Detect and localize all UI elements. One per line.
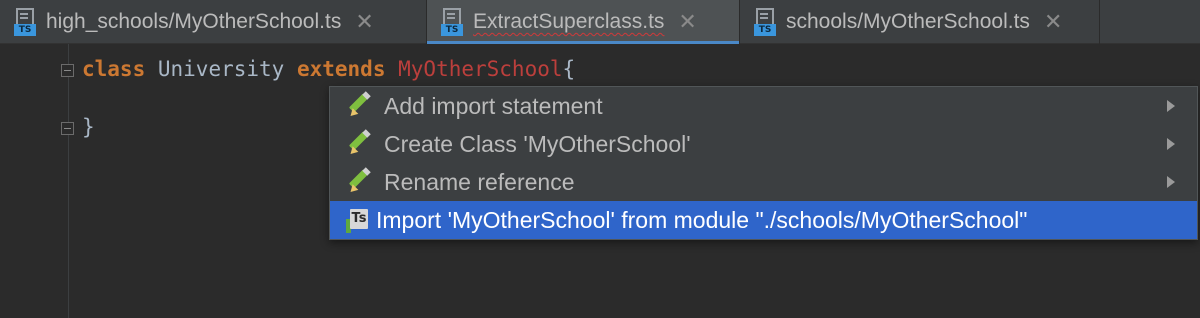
typescript-import-icon: Ts <box>344 207 370 233</box>
pencil-icon <box>346 91 372 119</box>
close-icon[interactable]: ✕ <box>1044 11 1062 33</box>
submenu-arrow-icon <box>1167 138 1175 150</box>
menu-item-label: Rename reference <box>384 168 575 195</box>
tab-high-schools-myotherschool[interactable]: TS high_schools/MyOtherSchool.ts ✕ <box>0 0 427 44</box>
menu-item-label: Import 'MyOtherSchool' from module "./sc… <box>376 206 1028 233</box>
fold-end-icon[interactable] <box>61 122 74 135</box>
fold-collapse-icon[interactable] <box>61 64 74 77</box>
submenu-arrow-icon <box>1167 100 1175 112</box>
keyword-extends: extends <box>296 57 386 81</box>
pencil-icon <box>346 129 372 157</box>
gutter-divider <box>68 44 69 318</box>
keyword-class: class <box>82 57 146 81</box>
tab-label: high_schools/MyOtherSchool.ts <box>46 10 342 33</box>
close-icon[interactable]: ✕ <box>678 11 696 33</box>
ide-window: TS high_schools/MyOtherSchool.ts ✕ TS Ex… <box>0 0 1200 318</box>
menu-item-add-import-statement[interactable]: Add import statement <box>330 87 1197 125</box>
editor-tab-bar: TS high_schools/MyOtherSchool.ts ✕ TS Ex… <box>0 0 1200 45</box>
intention-actions-popup: Add import statement Create Class 'MyOth… <box>329 86 1198 240</box>
menu-item-create-class[interactable]: Create Class 'MyOtherSchool' <box>330 125 1197 163</box>
pencil-icon <box>346 167 372 195</box>
code-line-1[interactable]: class University extends MyOtherSchool{ <box>82 57 575 81</box>
menu-item-rename-reference[interactable]: Rename reference <box>330 163 1197 201</box>
typescript-file-icon: TS <box>14 8 36 36</box>
submenu-arrow-icon <box>1167 176 1175 188</box>
class-name: University <box>157 57 285 81</box>
code-line-2[interactable]: } <box>82 115 95 139</box>
tab-label: schools/MyOtherSchool.ts <box>786 10 1030 33</box>
typescript-file-icon: TS <box>754 8 776 36</box>
tab-label: ExtractSuperclass.ts <box>473 10 665 33</box>
tab-schools-myotherschool[interactable]: TS schools/MyOtherSchool.ts ✕ <box>740 0 1100 44</box>
tab-extractsuperclass[interactable]: TS ExtractSuperclass.ts ✕ <box>427 0 740 45</box>
close-brace: } <box>82 115 95 139</box>
menu-item-label: Create Class 'MyOtherSchool' <box>384 130 691 157</box>
unresolved-superclass[interactable]: MyOtherSchool <box>398 57 562 81</box>
typescript-file-icon: TS <box>441 8 463 36</box>
menu-item-import-from-module[interactable]: Ts Import 'MyOtherSchool' from module ".… <box>330 201 1197 239</box>
open-brace: { <box>562 57 576 81</box>
close-icon[interactable]: ✕ <box>355 11 373 33</box>
menu-item-label: Add import statement <box>384 92 603 119</box>
